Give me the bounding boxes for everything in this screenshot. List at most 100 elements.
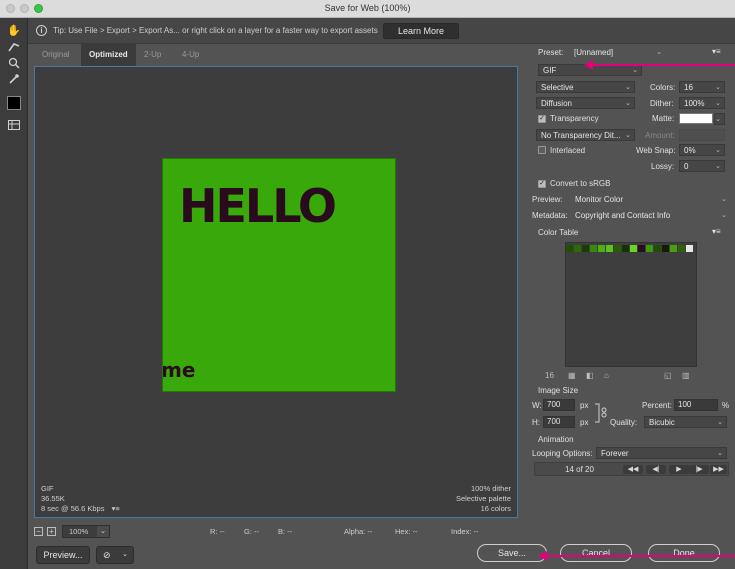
eyedropper-color-swatch[interactable] [7,96,21,110]
color-swatch[interactable] [622,245,629,252]
color-swatch[interactable] [614,245,621,252]
color-table-label: Color Table [538,228,579,237]
color-swatch[interactable] [630,245,637,252]
color-swatch[interactable] [590,245,597,252]
file-format-value: GIF [543,66,557,75]
play-icon[interactable]: ▶ [669,465,689,474]
lock-color-icon[interactable]: ⌂ [604,371,609,380]
colors-select[interactable]: 16 ⌄ [679,81,725,93]
cancel-button[interactable]: Cancel [560,544,632,562]
looping-options-label: Looping Options: [532,449,593,458]
save-button[interactable]: Save... [477,544,547,562]
slice-select-tool-icon[interactable] [7,40,21,53]
matte-menu-select[interactable]: ⌄ [714,113,725,125]
dither-algorithm-value: Diffusion [541,99,572,108]
zoom-in-icon[interactable]: + [47,527,56,536]
map-transparency-icon[interactable]: ◧ [586,371,594,380]
lossy-select[interactable]: 0 ⌄ [679,160,725,172]
last-frame-icon[interactable]: ▶▶ [710,465,727,474]
matte-color-swatch[interactable] [679,113,713,124]
view-tabs: Original Optimized 2-Up 4-Up [34,44,518,66]
previous-frame-icon[interactable]: ◀| [646,465,666,474]
window-title: Save for Web (100%) [324,3,411,13]
animation-label: Animation [538,435,574,444]
chevron-down-icon: ⌄ [715,100,721,107]
matte-label: Matte: [652,114,675,123]
tool-panel: ✋ [0,18,28,569]
tab-2-up[interactable]: 2-Up [136,44,169,66]
download-time-info: 8 sec @ 56.6 Kbps ▾≡ [41,504,120,513]
color-swatch[interactable] [574,245,581,252]
interlaced-checkbox[interactable] [538,146,546,154]
trash-icon[interactable]: ▥ [682,371,690,380]
browser-icon: ⊘ [103,550,111,560]
web-snap-select[interactable]: 0% ⌄ [679,144,725,156]
color-swatch[interactable] [678,245,685,252]
zoom-level-select[interactable]: 100% ⌄ [62,525,110,538]
zoom-tool-icon[interactable] [7,56,21,69]
annotation-arrow-save-line [545,555,735,557]
percent-input[interactable]: 100 [674,399,718,411]
preset-value: [Unnamed] [574,48,614,57]
color-swatch[interactable] [654,245,661,252]
download-speed-menu-icon[interactable]: ▾≡ [112,504,120,513]
panel-menu-icon[interactable]: ▾≡ [712,47,721,56]
browser-select[interactable]: ⊘ ⌄ [96,546,134,564]
color-swatch[interactable] [638,245,645,252]
dither-algorithm-select[interactable]: Diffusion ⌄ [536,97,635,109]
preset-select[interactable]: [Unnamed] ⌄ [569,46,666,58]
artwork-image: HELLO me [162,158,396,392]
tip-text: Tip: Use File > Export > Export As... or… [53,26,378,35]
colors-value: 16 [684,83,693,92]
color-swatch[interactable] [606,245,613,252]
done-button[interactable]: Done [648,544,720,562]
preview-color-select[interactable]: Monitor Color ⌄ [570,193,731,205]
lossy-value: 0 [684,162,689,171]
transparency-dither-select[interactable]: No Transparency Dit... ⌄ [536,129,635,141]
color-reduction-select[interactable]: Selective ⌄ [536,81,635,93]
eyedropper-tool-icon[interactable] [7,72,21,85]
height-input[interactable]: 700 [543,416,575,428]
preview-in-browser-button[interactable]: Preview... [36,546,90,564]
looping-options-value: Forever [601,449,629,458]
convert-srgb-checkbox[interactable]: ✓ [538,180,546,188]
hand-tool-icon[interactable]: ✋ [7,24,21,37]
metadata-value: Copyright and Contact Info [575,211,671,220]
color-swatch[interactable] [670,245,677,252]
color-swatch[interactable] [582,245,589,252]
learn-more-button[interactable]: Learn More [383,23,459,39]
zoom-out-icon[interactable]: − [34,527,43,536]
web-shift-icon[interactable]: ▦ [568,371,576,380]
preview-canvas[interactable]: HELLO me GIF 36.55K 8 sec @ 56.6 Kbps ▾≡… [34,66,518,518]
color-table[interactable] [565,242,697,367]
dither-amount-select[interactable]: 100% ⌄ [679,97,725,109]
height-unit: px [580,418,589,427]
next-frame-icon[interactable]: |▶ [689,465,709,474]
transparency-checkbox[interactable]: ✓ [538,115,546,123]
color-table-menu-icon[interactable]: ▾≡ [712,227,721,236]
palette-info: Selective palette [455,494,511,503]
quality-select[interactable]: Bicubic ⌄ [644,416,727,428]
chevron-down-icon: ⌄ [632,67,638,74]
lossy-label: Lossy: [651,162,675,171]
color-swatch[interactable] [566,245,573,252]
annotation-arrow-format-head [584,60,593,70]
web-snap-label: Web Snap: [636,146,676,155]
first-frame-icon[interactable]: ◀◀ [623,465,643,474]
chevron-down-icon: ⌄ [715,116,721,123]
tab-4-up[interactable]: 4-Up [174,44,207,66]
color-swatch[interactable] [646,245,653,252]
tab-optimized[interactable]: Optimized [81,44,136,66]
info-icon: i [36,25,47,36]
color-swatch[interactable] [686,245,693,252]
looping-options-select[interactable]: Forever ⌄ [596,447,727,459]
new-color-icon[interactable]: ◱ [664,371,672,380]
toggle-slices-visibility-icon[interactable] [7,118,21,131]
download-speed-text: 8 sec @ 56.6 Kbps [41,504,105,513]
tab-original[interactable]: Original [34,44,78,66]
color-swatch[interactable] [598,245,605,252]
color-swatch[interactable] [662,245,669,252]
width-input[interactable]: 700 [543,399,575,411]
constrain-proportions-link-icon[interactable] [594,401,608,425]
metadata-select[interactable]: Copyright and Contact Info ⌄ [570,209,731,221]
